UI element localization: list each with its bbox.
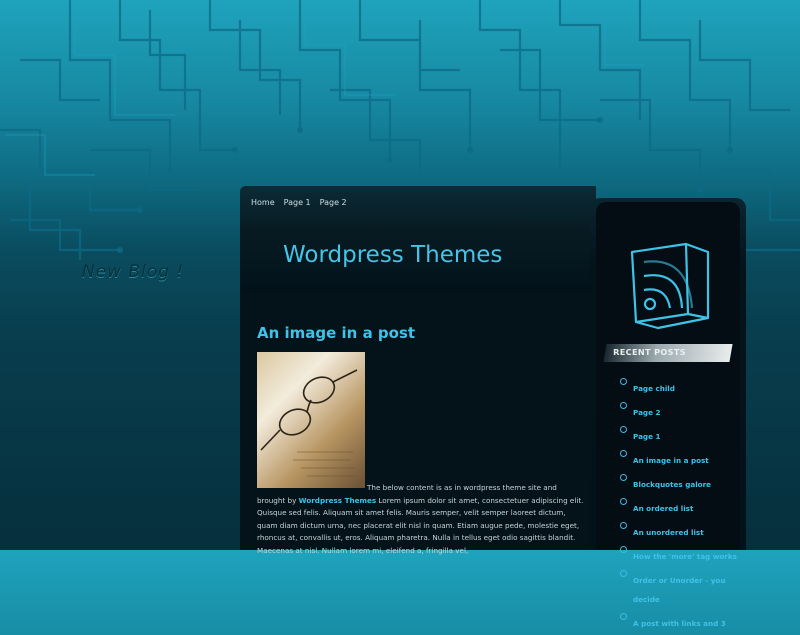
circle-bullet-icon <box>620 402 627 409</box>
nav-page-2[interactable]: Page 2 <box>320 198 347 207</box>
recent-posts-heading: RECENT POSTS <box>603 344 733 362</box>
list-item: An unordered list <box>620 520 738 539</box>
post-body-link[interactable]: Wordpress Themes <box>299 496 376 505</box>
recent-post-link[interactable]: Page 1 <box>633 432 660 441</box>
list-item: Blockquotes galore <box>620 472 738 491</box>
circle-bullet-icon <box>620 498 627 505</box>
list-item: Page 1 <box>620 424 738 443</box>
recent-posts-list: Page child Page 2 Page 1 An image in a p… <box>620 376 738 635</box>
list-item: Order or Unorder - you decide <box>620 568 738 606</box>
glasses-on-letter-image <box>260 369 358 477</box>
post-body-line1: The below content is as in wordpress the… <box>367 483 557 492</box>
recent-post-link[interactable]: Order or Unorder - you decide <box>633 576 725 604</box>
recent-post-link[interactable]: Page child <box>633 384 675 393</box>
main-content-panel: Home Page 1 Page 2 Wordpress Themes An i… <box>240 186 596 555</box>
blog-watermark: New Blog ! <box>82 262 185 282</box>
post-title[interactable]: An image in a post <box>257 324 415 342</box>
list-item: An image in a post <box>620 448 738 467</box>
sidebar: RECENT POSTS Page child Page 2 Page 1 An… <box>590 198 746 628</box>
post-body: The below content is as in wordpress the… <box>257 482 587 558</box>
site-title[interactable]: Wordpress Themes <box>283 242 502 268</box>
circle-bullet-icon <box>620 570 627 577</box>
list-item: Page 2 <box>620 400 738 419</box>
list-item: An ordered list <box>620 496 738 515</box>
recent-post-link[interactable]: An ordered list <box>633 504 693 513</box>
list-item: Page child <box>620 376 738 395</box>
circle-bullet-icon <box>620 474 627 481</box>
circle-bullet-icon <box>620 378 627 385</box>
recent-post-link[interactable]: An unordered list <box>633 528 704 537</box>
post-image <box>257 352 365 488</box>
rss-icon[interactable] <box>626 238 718 330</box>
recent-post-link[interactable]: A post with links and 3 <box>633 619 726 628</box>
recent-post-link[interactable]: Page 2 <box>633 408 660 417</box>
circle-bullet-icon <box>620 426 627 433</box>
recent-post-link[interactable]: An image in a post <box>633 456 709 465</box>
recent-post-link[interactable]: Blockquotes galore <box>633 480 711 489</box>
nav-page-1[interactable]: Page 1 <box>284 198 311 207</box>
recent-post-link[interactable]: How the 'more' tag works <box>633 552 737 561</box>
list-item: How the 'more' tag works <box>620 544 738 563</box>
circle-bullet-icon <box>620 450 627 457</box>
circle-bullet-icon <box>620 522 627 529</box>
top-nav: Home Page 1 Page 2 <box>251 198 347 207</box>
nav-home[interactable]: Home <box>251 198 275 207</box>
circle-bullet-icon <box>620 613 627 620</box>
sidebar-inner: RECENT POSTS Page child Page 2 Page 1 An… <box>596 202 740 628</box>
post-body-brought-by: brought by <box>257 495 297 505</box>
list-item: A post with links and 3 <box>620 611 738 630</box>
